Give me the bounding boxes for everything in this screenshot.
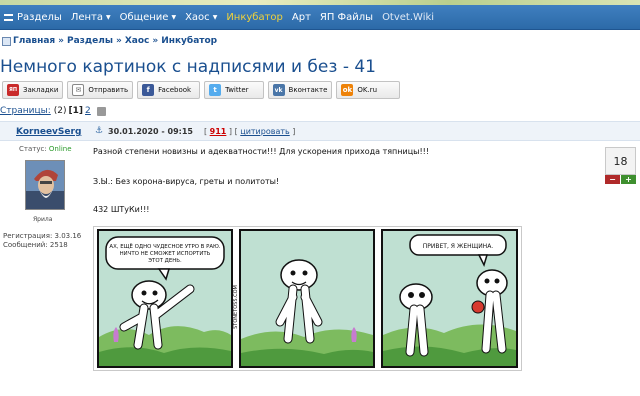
yap-bookmark-icon: ЯП xyxy=(7,84,19,96)
current-page: [1] xyxy=(68,106,84,116)
breadcrumb-chaos[interactable]: Хаос xyxy=(125,36,150,46)
post-number[interactable]: 911 xyxy=(210,127,227,136)
nav-art-label: Арт xyxy=(291,11,311,23)
bubble-1-line-1: АХ, ЕЩЁ ОДНО ЧУДЕСНОЕ УТРО В РАЮ. xyxy=(109,243,220,250)
user-status: Статус: Online xyxy=(19,145,72,153)
anchor-icon[interactable]: ⚓ xyxy=(95,126,103,136)
facebook-icon: f xyxy=(142,84,155,96)
bookmarks-button[interactable]: ЯП Закладки xyxy=(2,81,64,99)
nav-files[interactable]: ЯП Файлы xyxy=(320,12,373,23)
post-text-line-3: 432 ШТуКи!!! xyxy=(93,205,150,214)
status-label: Статус: xyxy=(19,145,47,153)
comic-strip: АХ, ЕЩЁ ОДНО ЧУДЕСНОЕ УТРО В РАЮ. НИЧТО … xyxy=(97,229,518,368)
ok-button[interactable]: ok OK.ru xyxy=(336,81,401,99)
nav-art[interactable]: Арт xyxy=(292,12,311,23)
nav-files-label: ЯП Файлы xyxy=(319,11,374,23)
bubble-3-text: ПРИВЕТ, Я ЖЕНЩИНА. xyxy=(423,243,494,250)
share-bar: ЯП Закладки ✉ Отправить f Facebook t Twi… xyxy=(2,81,404,99)
post-meta: [ 911 ] [ цитировать ] xyxy=(204,127,296,136)
vkontakte-label: Вконтакте xyxy=(288,86,328,94)
chevron-down-icon: ▼ xyxy=(171,13,177,21)
twitter-icon: t xyxy=(209,84,222,96)
avatar-image xyxy=(26,161,64,209)
breadcrumb: Главная » Разделы » Хаос » Инкубатор xyxy=(2,35,217,47)
home-icon xyxy=(2,36,11,46)
vote-down-button[interactable]: − xyxy=(605,175,620,184)
nav-sections[interactable]: Разделы xyxy=(4,12,62,23)
breadcrumb-sections[interactable]: Разделы xyxy=(67,36,113,46)
breadcrumb-incubator[interactable]: Инкубатор xyxy=(161,36,217,46)
send-button[interactable]: ✉ Отправить xyxy=(67,81,134,99)
user-info: Регистрация: 3.03.16 Сообщений: 2518 xyxy=(3,232,81,250)
odnoklassniki-icon: ok xyxy=(341,84,354,96)
twitter-label: Twitter xyxy=(225,86,249,94)
send-label: Отправить xyxy=(88,86,129,94)
pages-count: (2) xyxy=(53,106,67,116)
comic-panel-2: STONETOSS.COM xyxy=(233,229,375,368)
post-author[interactable]: KorneevSerg xyxy=(16,127,81,137)
nav-chaos[interactable]: Хаос ▼ xyxy=(185,12,217,23)
rating-value: 18 xyxy=(605,147,636,175)
registration-date: Регистрация: 3.03.16 xyxy=(3,232,82,240)
bubble-1-line-3: ЭТОТ ДЕНЬ. xyxy=(148,258,182,264)
post-image[interactable]: АХ, ЕЩЁ ОДНО ЧУДЕСНОЕ УТРО В РАЮ. НИЧТО … xyxy=(93,226,522,371)
quote-link[interactable]: цитировать xyxy=(240,127,289,136)
nav-communication[interactable]: Общение ▼ xyxy=(120,12,176,23)
breadcrumb-home[interactable]: Главная xyxy=(13,36,55,46)
nav-otvet-wiki[interactable]: Otvet.Wiki xyxy=(382,12,434,23)
message-count: Сообщений: 2518 xyxy=(3,241,68,249)
nav-incubator-label: Инкубатор xyxy=(226,11,283,23)
vote-up-button[interactable]: + xyxy=(621,175,636,184)
nav-feed[interactable]: Лента ▼ xyxy=(71,12,111,23)
bookmarks-label: Закладки xyxy=(23,86,59,94)
bubble-1-line-2: НИЧТО НЕ СМОЖЕТ ИСПОРТИТЬ xyxy=(120,251,211,257)
post-text-line-2: З.Ы.: Без корона-вируса, греты и политот… xyxy=(93,177,280,186)
vkontakte-button[interactable]: vk Вконтакте xyxy=(267,81,333,99)
post-text-line-1: Разной степени новизны и адекватности!!!… xyxy=(93,147,430,156)
post-header: KorneevSerg ⚓ 30.01.2020 - 09:15 [ 911 ]… xyxy=(0,121,640,141)
print-icon[interactable] xyxy=(96,106,106,116)
chevron-down-icon: ▼ xyxy=(212,13,218,21)
vk-icon: vk xyxy=(272,84,285,96)
avatar[interactable] xyxy=(25,160,65,210)
breadcrumb-separator: » xyxy=(58,36,64,46)
facebook-button[interactable]: f Facebook xyxy=(137,81,201,99)
status-value: Online xyxy=(48,145,72,153)
ok-label: OK.ru xyxy=(357,86,378,94)
comic-panel-3: ПРИВЕТ, Я ЖЕНЩИНА. xyxy=(381,229,518,368)
twitter-button[interactable]: t Twitter xyxy=(204,81,264,99)
nav-feed-label: Лента xyxy=(70,11,104,23)
nav-sections-label: Разделы xyxy=(17,11,62,23)
page-title: Немного картинок с надписями и без - 41 xyxy=(0,57,376,77)
nav-chaos-label: Хаос xyxy=(185,11,210,23)
facebook-label: Facebook xyxy=(158,86,192,94)
breadcrumb-separator: » xyxy=(152,36,159,46)
menu-icon xyxy=(4,13,13,21)
comic-watermark: STONETOSS.COM xyxy=(233,285,239,329)
avatar-caption: Ярила xyxy=(33,216,53,223)
breadcrumb-separator: » xyxy=(116,36,122,46)
pagination: Страницы: (2) [1] 2 xyxy=(0,106,106,116)
main-navbar: Разделы Лента ▼ Общение ▼ Хаос ▼ Инкубатор … xyxy=(0,5,640,30)
nav-incubator[interactable]: Инкубатор xyxy=(226,12,283,23)
post-date: 30.01.2020 - 09:15 xyxy=(108,127,193,136)
nav-communication-label: Общение xyxy=(119,11,169,23)
nav-otvet-wiki-label: Otvet.Wiki xyxy=(382,11,435,23)
envelope-icon: ✉ xyxy=(72,84,85,96)
chevron-down-icon: ▼ xyxy=(106,13,111,21)
page-link-2[interactable]: 2 xyxy=(85,106,91,116)
comic-panel-1: АХ, ЕЩЁ ОДНО ЧУДЕСНОЕ УТРО В РАЮ. НИЧТО … xyxy=(97,229,233,368)
pages-label: Страницы: xyxy=(0,106,51,116)
